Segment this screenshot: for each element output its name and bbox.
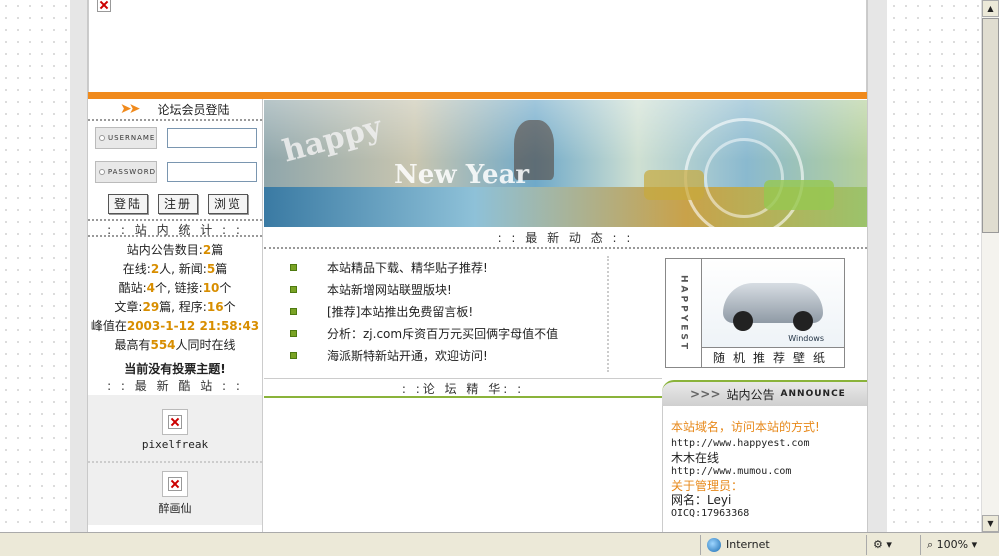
cool-site-item[interactable]: pixelfreak <box>88 409 262 463</box>
register-button[interactable]: 注册 <box>158 194 198 214</box>
scroll-down-icon[interactable]: ▼ <box>982 515 999 532</box>
stat-line: 站内公告数目:2篇 <box>126 243 224 257</box>
news-list: 本站精品下载、精华贴子推荐! 本站新增网站联盟版块! [推荐]本站推出免费留言板… <box>264 256 609 372</box>
random-wallpaper-box[interactable]: HAPPYEST Windows 随机推荐壁纸 <box>665 258 845 368</box>
cool-sites-header: : : 最 新 酷 站 : : <box>107 379 243 393</box>
chevrons-icon: > > > <box>690 387 720 401</box>
bullet-icon <box>99 169 105 175</box>
cool-site-name[interactable]: pixelfreak <box>88 438 262 451</box>
top-banner <box>88 0 867 92</box>
cool-site-name[interactable]: 醉画仙 <box>88 500 262 516</box>
windows-logo: Windows <box>788 334 824 343</box>
news-header: : : 最 新 动 态 : : <box>264 228 867 249</box>
zoom-icon: ⌕ <box>927 537 934 551</box>
login-button[interactable]: 登陆 <box>108 194 148 214</box>
login-header: ➤➤ 论坛会员登陆 <box>88 99 262 121</box>
scroll-up-icon[interactable]: ▲ <box>982 0 999 17</box>
car-icon <box>723 283 823 331</box>
frame-left-border <box>70 0 88 532</box>
cool-sites-list: pixelfreak 醉画仙 <box>88 395 262 525</box>
announcement-link[interactable]: http://www.mumou.com <box>671 465 867 479</box>
announcement-en-title: ANNOUNCE <box>780 389 846 399</box>
scroll-thumb[interactable] <box>982 18 999 233</box>
cool-site-item[interactable]: 醉画仙 <box>88 463 262 517</box>
announcement-line: 木木在线 <box>671 451 720 465</box>
page-content: ➤➤ 论坛会员登陆 USERNAME PASSWORD 登陆 注册 浏览 : :… <box>88 0 867 532</box>
bullet-icon <box>290 307 297 315</box>
bullet-icon <box>290 351 297 359</box>
news-item[interactable]: 本站新增网站联盟版块! <box>264 278 607 300</box>
announcement-line: 本站域名，访问本站的方式! <box>671 420 820 434</box>
news-item[interactable]: 海派斯特新站开通，欢迎访问! <box>264 344 607 366</box>
status-bar: Internet ⚙ ▾ ⌕ 100% ▾ <box>0 532 999 556</box>
announcement-line: 网名：Leyi <box>671 493 732 507</box>
broken-image-icon <box>162 409 188 435</box>
forum-highlights-header: : :论 坛 精 华: : <box>264 378 662 398</box>
wallpaper-caption: 随机推荐壁纸 <box>702 347 844 367</box>
announcement-title: 站内公告 <box>726 387 775 402</box>
stat-line: 峰值在2003-1-12 21:58:43 <box>90 319 260 333</box>
bullet-icon <box>290 263 297 271</box>
password-input[interactable] <box>167 162 257 182</box>
announcement-body: 本站域名，访问本站的方式! http://www.happyest.com 木木… <box>662 406 867 532</box>
zoom-control[interactable]: ⌕ 100% ▾ <box>920 534 999 555</box>
stats-list: 站内公告数目:2篇 在线:2人, 新闻:5篇 酷站:4个, 链接:10个 文章:… <box>88 237 262 355</box>
news-item[interactable]: [推荐]本站推出免费留言板! <box>264 300 607 322</box>
security-zone: Internet <box>700 534 866 555</box>
bullet-icon <box>99 135 105 141</box>
news-item[interactable]: 分析：zj.com斥资百万元买回俩字母值不值 <box>264 322 607 344</box>
bullet-icon <box>290 329 297 337</box>
broken-image-icon <box>97 0 111 12</box>
privacy-indicator[interactable]: ⚙ ▾ <box>866 534 920 555</box>
orange-divider <box>88 92 867 99</box>
car-wallpaper-image[interactable]: Windows <box>702 259 844 347</box>
password-row: PASSWORD <box>88 155 262 189</box>
vertical-scrollbar[interactable]: ▲ ▼ <box>981 0 999 532</box>
login-title: 论坛会员登陆 <box>157 102 230 117</box>
bullet-icon <box>290 285 297 293</box>
globe-icon <box>707 537 721 552</box>
stat-line: 酷站:4个, 链接:10个 <box>118 281 232 295</box>
news-item[interactable]: 本站精品下载、精华贴子推荐! <box>264 256 607 278</box>
announcement-link[interactable]: http://www.happyest.com <box>671 437 867 451</box>
new-year-banner-image: happy New Year <box>264 100 867 227</box>
password-label: PASSWORD <box>95 161 157 183</box>
wallpaper-brand: HAPPYEST <box>666 259 702 367</box>
stat-line: 在线:2人, 新闻:5篇 <box>122 262 228 276</box>
stat-line: 文章:29篇, 程序:16个 <box>114 300 236 314</box>
frame-right-border <box>867 0 887 532</box>
stats-header: : : 站 内 统 计 : : <box>88 219 262 237</box>
announcement-line: 关于管理员： <box>671 479 744 493</box>
username-row: USERNAME <box>88 121 262 155</box>
announcement-panel: > > > 站内公告 ANNOUNCE 本站域名，访问本站的方式! http:/… <box>662 380 867 532</box>
browse-button[interactable]: 浏览 <box>208 194 248 214</box>
page-background-left <box>0 0 70 532</box>
no-vote-text: 当前没有投票主题! <box>124 362 226 376</box>
stat-line: 最高有554人同时在线 <box>114 338 236 352</box>
announcement-line: OICQ:17963368 <box>671 508 750 519</box>
banner-word-new-year: New Year <box>394 160 530 190</box>
announcement-header: > > > 站内公告 ANNOUNCE <box>662 380 867 406</box>
username-label: USERNAME <box>95 127 157 149</box>
double-arrow-icon: ➤➤ <box>120 101 141 117</box>
broken-image-icon <box>162 471 188 497</box>
login-buttons: 登陆 注册 浏览 <box>88 189 262 219</box>
username-input[interactable] <box>167 128 257 148</box>
left-column: ➤➤ 论坛会员登陆 USERNAME PASSWORD 登陆 注册 浏览 : :… <box>88 99 263 532</box>
settings-icon: ⚙ ▾ <box>873 538 892 551</box>
